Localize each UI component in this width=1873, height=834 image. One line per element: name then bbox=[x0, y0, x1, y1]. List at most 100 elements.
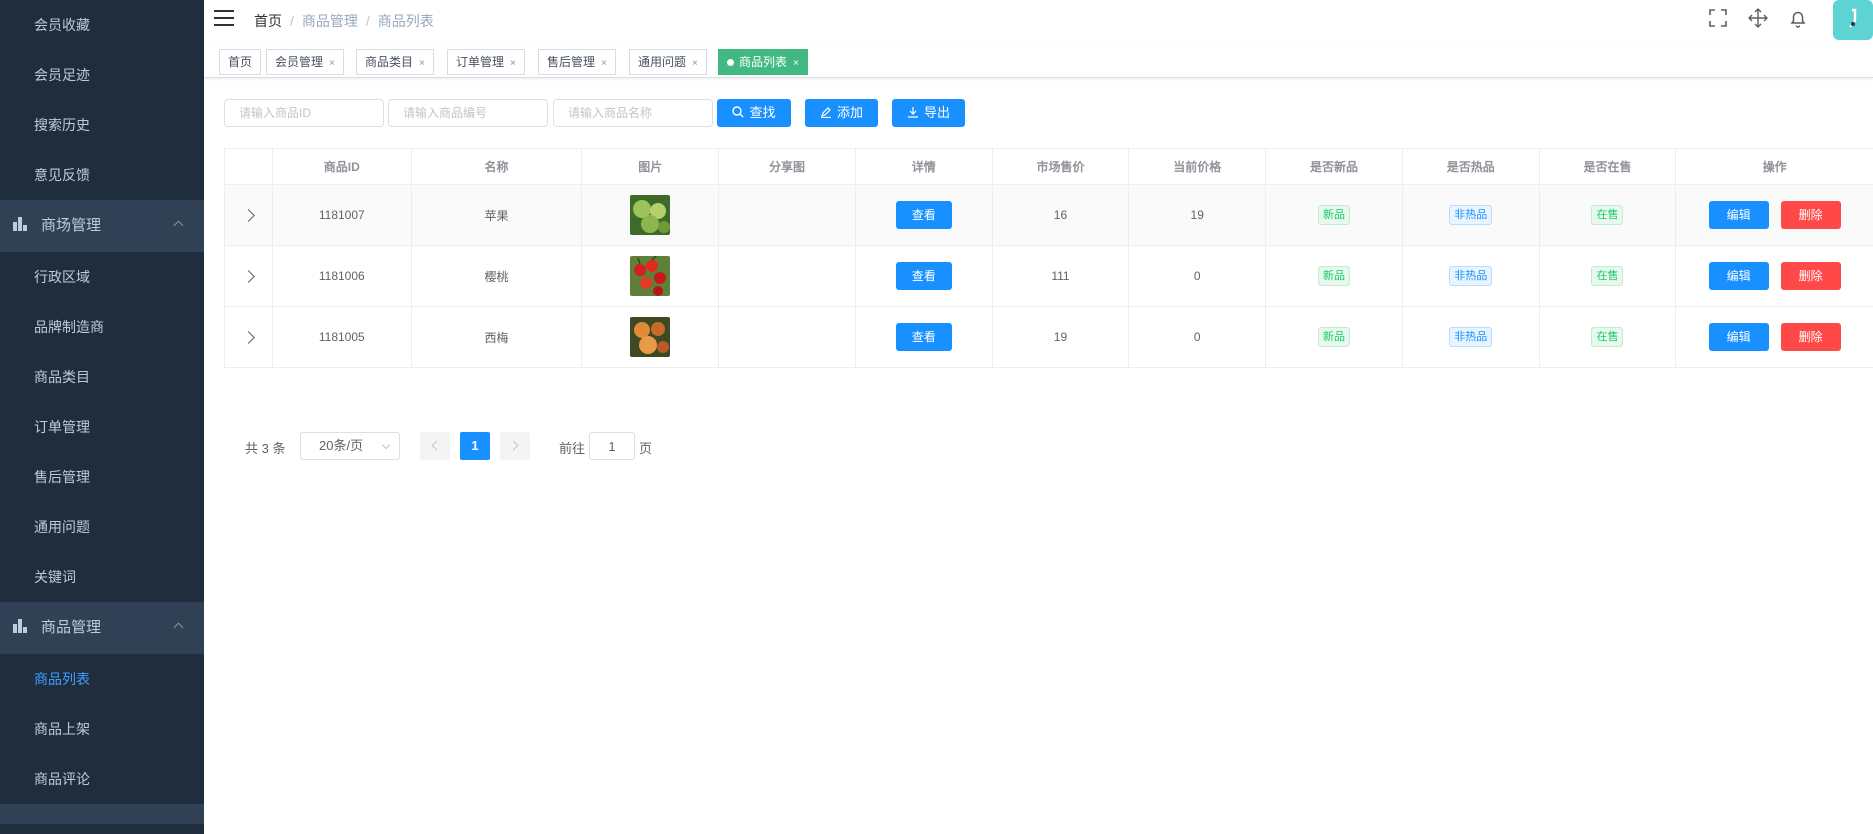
hamburger-menu-icon[interactable] bbox=[214, 10, 234, 26]
sidebar-group-mall[interactable]: 商场管理 bbox=[0, 200, 204, 252]
goods-id-cell: 1181005 bbox=[273, 307, 412, 367]
export-button[interactable]: 导出 bbox=[892, 99, 965, 127]
goto-label: 前往 bbox=[559, 441, 586, 456]
goods-image-apple[interactable] bbox=[630, 195, 671, 235]
share-image-cell bbox=[719, 246, 856, 306]
current-price-cell: 0 bbox=[1129, 246, 1267, 306]
page-size-value: 20条/页 bbox=[319, 438, 364, 453]
goods-image-plums[interactable] bbox=[630, 317, 671, 357]
tag-label: 商品列表 bbox=[739, 55, 788, 69]
detail-cell: 查看 bbox=[856, 185, 993, 245]
current-price-cell: 0 bbox=[1129, 307, 1267, 367]
goods-name-input[interactable] bbox=[553, 99, 713, 127]
status-badge: 非热品 bbox=[1449, 205, 1493, 225]
tag-aftersale[interactable]: 售后管理 × bbox=[538, 49, 616, 75]
sidebar-item-feedback[interactable]: 意见反馈 bbox=[0, 150, 204, 200]
table-header: 商品ID 名称 图片 分享图 详情 市场售价 当前价格 是否新品 是否热品 是否… bbox=[225, 149, 1873, 185]
tag-home[interactable]: 首页 bbox=[219, 49, 262, 75]
table-row: 1181005 西梅 查看 19 0 新品 非热品 在售 编辑 删除 bbox=[225, 307, 1873, 368]
search-button-label: 查找 bbox=[749, 105, 776, 120]
is-new-cell: 新品 bbox=[1266, 307, 1403, 367]
close-icon[interactable]: × bbox=[601, 58, 607, 69]
next-page-button[interactable] bbox=[500, 432, 530, 460]
sidebar-item-issues[interactable]: 通用问题 bbox=[0, 502, 204, 552]
chevron-right-icon bbox=[242, 330, 255, 344]
status-badge: 在售 bbox=[1591, 266, 1624, 286]
edit-button[interactable]: 编辑 bbox=[1708, 323, 1769, 351]
add-button[interactable]: 添加 bbox=[805, 99, 878, 127]
column-header: 名称 bbox=[412, 149, 583, 184]
goods-image-cell bbox=[582, 185, 720, 245]
sidebar-item-member-favorites[interactable]: 会员收藏 bbox=[0, 0, 204, 50]
tag-issues[interactable]: 通用问题 × bbox=[629, 49, 707, 75]
search-button[interactable]: 查找 bbox=[717, 99, 791, 127]
row-expand[interactable] bbox=[225, 246, 273, 306]
close-icon[interactable]: × bbox=[329, 58, 335, 69]
sidebar: 会员收藏 会员足迹 搜索历史 意见反馈 商场管理 行政区域 品牌制造商 商品类目… bbox=[0, 0, 204, 834]
sidebar-item-brand[interactable]: 品牌制造商 bbox=[0, 302, 204, 352]
on-sale-cell: 在售 bbox=[1540, 185, 1677, 245]
close-icon[interactable]: × bbox=[793, 58, 799, 69]
goto-unit: 页 bbox=[639, 441, 653, 456]
detail-cell: 查看 bbox=[856, 246, 993, 306]
sidebar-item-member-footprint[interactable]: 会员足迹 bbox=[0, 50, 204, 100]
view-detail-button[interactable]: 查看 bbox=[895, 262, 952, 290]
column-header: 分享图 bbox=[719, 149, 856, 184]
page-number[interactable]: 1 bbox=[460, 432, 490, 460]
view-detail-button[interactable]: 查看 bbox=[895, 323, 952, 351]
page-size-select[interactable]: 20条/页 bbox=[300, 432, 400, 460]
sidebar-item-search-history[interactable]: 搜索历史 bbox=[0, 100, 204, 150]
market-price-cell: 19 bbox=[993, 307, 1130, 367]
delete-button[interactable]: 删除 bbox=[1780, 323, 1841, 351]
bell-icon[interactable] bbox=[1788, 8, 1808, 28]
goods-id-cell: 1181007 bbox=[273, 185, 412, 245]
chevron-up-icon bbox=[173, 622, 184, 633]
sidebar-next-group bbox=[0, 804, 204, 824]
tag-label: 首页 bbox=[228, 55, 253, 69]
close-icon[interactable]: × bbox=[419, 58, 425, 69]
prev-page-button[interactable] bbox=[420, 432, 450, 460]
breadcrumb-home[interactable]: 首页 bbox=[254, 13, 282, 29]
view-detail-button[interactable]: 查看 bbox=[895, 201, 952, 229]
sidebar-item-keywords[interactable]: 关键词 bbox=[0, 552, 204, 602]
bar-chart-icon bbox=[13, 217, 28, 232]
sidebar-item-region[interactable]: 行政区域 bbox=[0, 252, 204, 302]
column-header: 是否热品 bbox=[1403, 149, 1540, 184]
sidebar-group-label: 商品管理 bbox=[41, 619, 102, 636]
edit-button[interactable]: 编辑 bbox=[1708, 262, 1769, 290]
goods-image-cherries[interactable] bbox=[630, 256, 671, 296]
sidebar-item-goods-create[interactable]: 商品上架 bbox=[0, 704, 204, 754]
delete-button[interactable]: 删除 bbox=[1780, 262, 1841, 290]
row-expand[interactable] bbox=[225, 185, 273, 245]
edit-button[interactable]: 编辑 bbox=[1708, 201, 1769, 229]
sidebar-item-orders[interactable]: 订单管理 bbox=[0, 402, 204, 452]
sidebar-item-aftersale[interactable]: 售后管理 bbox=[0, 452, 204, 502]
edit-icon bbox=[820, 107, 831, 118]
add-button-label: 添加 bbox=[836, 105, 863, 120]
tag-orders[interactable]: 订单管理 × bbox=[447, 49, 525, 75]
close-icon[interactable]: × bbox=[510, 58, 516, 69]
sidebar-group-goods[interactable]: 商品管理 bbox=[0, 602, 204, 654]
close-icon[interactable]: × bbox=[692, 58, 698, 69]
row-expand[interactable] bbox=[225, 307, 273, 367]
tag-goods-list[interactable]: 商品列表 × bbox=[718, 49, 808, 75]
goods-sn-input[interactable] bbox=[388, 99, 548, 127]
avatar[interactable] bbox=[1833, 0, 1873, 40]
fullscreen-icon[interactable] bbox=[1708, 8, 1728, 28]
column-header: 商品ID bbox=[273, 149, 412, 184]
chevron-up-icon bbox=[173, 220, 184, 231]
delete-button[interactable]: 删除 bbox=[1780, 201, 1841, 229]
sidebar-item-category[interactable]: 商品类目 bbox=[0, 352, 204, 402]
breadcrumb: 首页 / 商品管理 / 商品列表 bbox=[254, 13, 434, 29]
status-badge: 非热品 bbox=[1449, 327, 1493, 347]
sidebar-item-goods-list[interactable]: 商品列表 bbox=[0, 654, 204, 704]
tag-member-manage[interactable]: 会员管理 × bbox=[266, 49, 344, 75]
breadcrumb-goods-list: 商品列表 bbox=[377, 13, 434, 29]
sidebar-item-goods-comment[interactable]: 商品评论 bbox=[0, 754, 204, 804]
goods-name-cell: 西梅 bbox=[412, 307, 583, 367]
size-move-icon[interactable] bbox=[1748, 8, 1768, 28]
tag-goods-category[interactable]: 商品类目 × bbox=[356, 49, 434, 75]
goto-page-input[interactable] bbox=[589, 432, 635, 460]
goods-id-input[interactable] bbox=[224, 99, 384, 127]
download-icon bbox=[907, 107, 918, 118]
